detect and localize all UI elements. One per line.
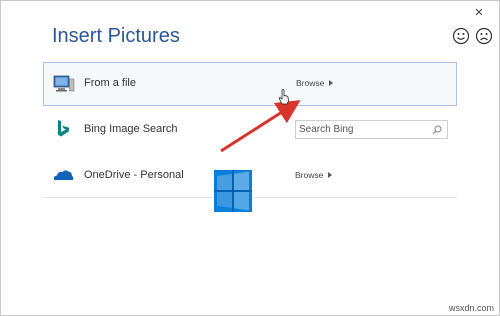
hand-cursor-icon [278,89,289,105]
smiley-happy-icon[interactable] [452,27,470,45]
watermark: wsxdn.com [448,303,494,313]
close-button[interactable]: × [471,5,487,21]
search-icon[interactable] [432,125,442,135]
source-label: Bing Image Search [84,123,178,135]
source-label: OneDrive - Personal [84,169,184,181]
onedrive-cloud-icon [53,170,74,180]
computer-icon [53,75,75,92]
dialog-title: Insert Pictures [52,25,180,47]
source-row-bing-image-search[interactable]: Bing Image Search [43,108,457,152]
search-bing-input[interactable] [296,121,429,138]
source-label: From a file [84,77,136,89]
browse-button[interactable]: Browse [295,170,333,180]
windows-logo-icon [214,170,252,212]
chevron-right-icon [328,172,333,178]
search-bing-box [295,120,448,139]
source-row-from-a-file[interactable]: From a file Browse [43,62,457,106]
browse-button[interactable]: Browse [296,78,334,88]
insert-pictures-dialog: × Insert Pictures From a file Browse Bin… [0,0,500,316]
chevron-right-icon [329,80,334,86]
smiley-sad-icon[interactable] [475,27,493,45]
bing-logo-icon [58,120,69,137]
